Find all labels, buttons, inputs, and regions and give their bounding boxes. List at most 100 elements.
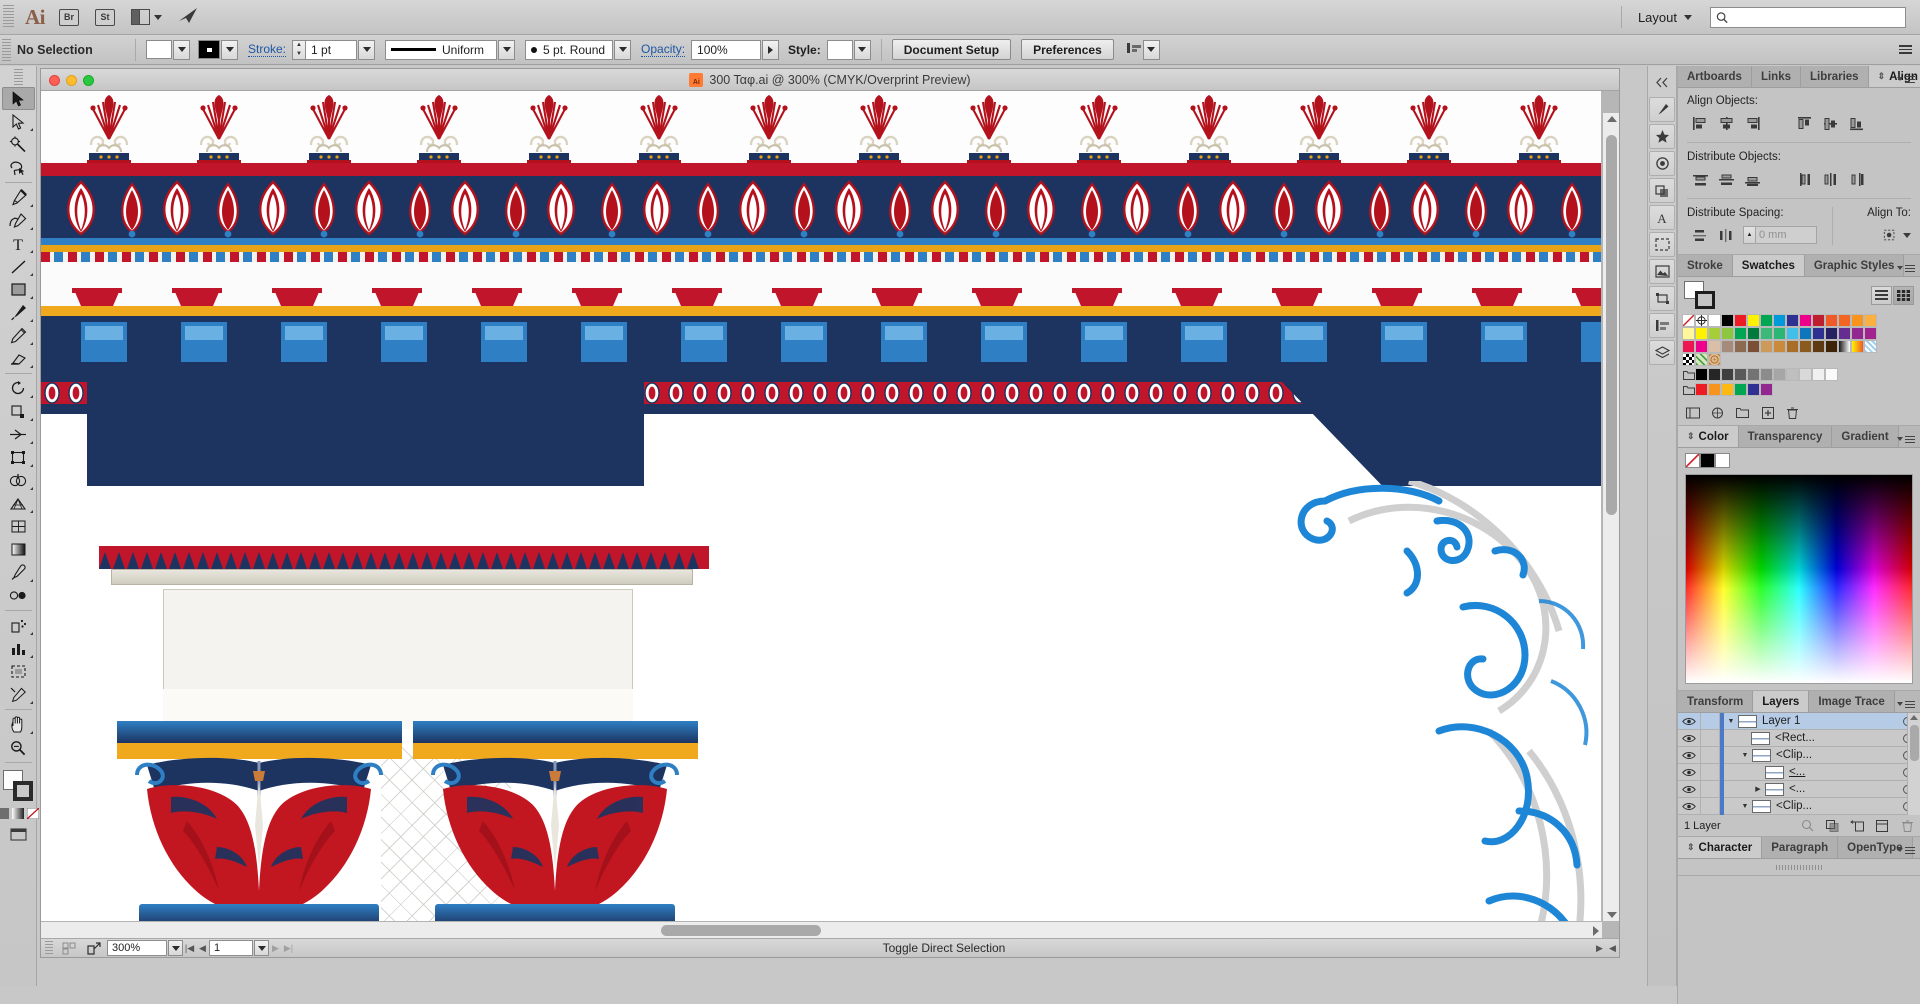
swatch-grid-view-button[interactable] xyxy=(1893,285,1914,305)
canvas-vscroll-thumb[interactable] xyxy=(1606,135,1617,515)
swatch-espresso[interactable] xyxy=(1825,340,1838,353)
stroke-profile-dropdown[interactable] xyxy=(498,39,516,60)
swatch-libraries-icon[interactable] xyxy=(1685,405,1700,420)
tab-artboards[interactable]: Artboards xyxy=(1678,66,1752,87)
vertical-distribute-spacing-button[interactable] xyxy=(1687,225,1713,245)
swatches-panel-menu-icon[interactable] xyxy=(1897,264,1915,272)
create-new-sublayer-icon[interactable] xyxy=(1850,819,1864,833)
distribute-right-button[interactable] xyxy=(1843,169,1869,189)
tab-image-trace[interactable]: Image Trace xyxy=(1809,691,1895,712)
swatches-stroke[interactable] xyxy=(1695,291,1715,309)
last-artboard-button[interactable]: ▶| xyxy=(282,941,295,955)
color-mode-buttons[interactable] xyxy=(0,808,39,819)
tab-transform[interactable]: Transform xyxy=(1678,691,1754,712)
zoom-level-field[interactable]: 300% xyxy=(107,940,167,956)
swatch-doc-blue[interactable] xyxy=(1747,383,1760,396)
pen-tool[interactable] xyxy=(2,186,35,209)
column-graph-tool[interactable] xyxy=(2,637,35,660)
first-artboard-button[interactable]: |◀ xyxy=(183,941,196,955)
swatch-mocha[interactable] xyxy=(1734,340,1747,353)
transform-panel-icon[interactable] xyxy=(1649,286,1675,311)
align-left-button[interactable] xyxy=(1687,113,1713,133)
line-segment-tool[interactable] xyxy=(2,255,35,278)
layers-list[interactable]: ▼ Layer 1 <Rect... ▼ <Clip... <... ▶ <..… xyxy=(1678,712,1920,815)
swatch-lightorange[interactable] xyxy=(1864,314,1877,327)
swatch-gradient-warm[interactable] xyxy=(1851,340,1864,353)
swatch-pattern-checker[interactable] xyxy=(1682,353,1695,366)
dock-expand-icon[interactable] xyxy=(1649,70,1675,95)
scale-tool[interactable] xyxy=(2,400,35,423)
selection-tool[interactable] xyxy=(1,87,35,110)
sublayer-name[interactable]: <... xyxy=(1789,766,1894,778)
lock-toggle-cell[interactable] xyxy=(1700,729,1720,747)
sublayer-name[interactable]: <... xyxy=(1789,783,1894,795)
layer-row-clip-1[interactable]: ▼ <Clip... xyxy=(1678,746,1920,764)
character-panel-resize-grip[interactable] xyxy=(1678,859,1920,875)
swatch-umber[interactable] xyxy=(1799,340,1812,353)
swatch-orange[interactable] xyxy=(1838,314,1851,327)
canvas-horizontal-scrollbar[interactable] xyxy=(41,921,1602,938)
stroke-weight-dropdown[interactable] xyxy=(358,39,376,60)
layer-row-child-1[interactable]: <... xyxy=(1678,763,1920,781)
align-panel-icon[interactable] xyxy=(1126,41,1142,58)
search-adobe-stock-field[interactable] xyxy=(1710,6,1906,28)
canvas-hscroll-thumb[interactable] xyxy=(661,925,821,936)
brush-definition-field[interactable]: 5 pt. Round xyxy=(525,39,614,60)
swatch-yellow[interactable] xyxy=(1747,314,1760,327)
rectangle-tool[interactable] xyxy=(2,278,35,301)
stroke-label[interactable]: Stroke: xyxy=(248,42,287,57)
swatch-gray-0[interactable] xyxy=(1695,368,1708,381)
hand-tool[interactable] xyxy=(2,713,35,736)
bridge-icon[interactable]: Br xyxy=(59,8,79,26)
swatch-ultramarine[interactable] xyxy=(1812,327,1825,340)
swatch-orangered[interactable] xyxy=(1825,314,1838,327)
swatch-doc-orange[interactable] xyxy=(1708,383,1721,396)
tab-graphic-styles[interactable]: Graphic Styles xyxy=(1804,255,1905,276)
swatches-fill-stroke-indicator[interactable] xyxy=(1684,281,1718,309)
swatch-blue[interactable] xyxy=(1786,314,1799,327)
tab-color[interactable]: ⇕ Color xyxy=(1678,426,1739,447)
visibility-eye-icon[interactable] xyxy=(1678,751,1700,760)
swatch-doc-yellow[interactable] xyxy=(1721,383,1734,396)
distribute-bottom-button[interactable] xyxy=(1739,169,1765,189)
opacity-dropdown[interactable] xyxy=(762,39,780,60)
swatch-doc-red[interactable] xyxy=(1695,383,1708,396)
tab-stroke[interactable]: Stroke xyxy=(1678,255,1733,276)
zoom-tool[interactable] xyxy=(2,736,35,759)
color-panel-menu-icon[interactable] xyxy=(1897,435,1915,443)
swatch-magenta[interactable] xyxy=(1799,314,1812,327)
delete-layer-icon[interactable] xyxy=(1900,819,1914,833)
swatch-gray-50[interactable] xyxy=(1760,368,1773,381)
stroke-weight-field[interactable]: 1 pt xyxy=(305,39,358,60)
distribute-left-button[interactable] xyxy=(1791,169,1817,189)
swatches-grid[interactable] xyxy=(1678,314,1920,400)
align-center-horizontal-button[interactable] xyxy=(1713,113,1739,133)
swatch-gray-30[interactable] xyxy=(1734,368,1747,381)
swatch-gray-60[interactable] xyxy=(1773,368,1786,381)
artboards-panel-icon[interactable] xyxy=(1649,232,1675,257)
layer-name[interactable]: Layer 1 xyxy=(1762,715,1894,727)
visibility-eye-icon[interactable] xyxy=(1678,785,1700,794)
swatch-lemon[interactable] xyxy=(1695,327,1708,340)
swatch-red[interactable] xyxy=(1734,314,1747,327)
swatch-darkred[interactable] xyxy=(1812,314,1825,327)
tab-layers[interactable]: Layers xyxy=(1753,691,1810,712)
graphic-style-dropdown[interactable] xyxy=(853,39,871,60)
canvas-vertical-scrollbar[interactable] xyxy=(1602,113,1619,921)
artboard-tool[interactable] xyxy=(2,660,35,683)
swatch-pattern-cork[interactable] xyxy=(1708,353,1721,366)
swatch-plum[interactable] xyxy=(1864,327,1877,340)
window-controls[interactable] xyxy=(49,69,94,91)
swatch-lime[interactable] xyxy=(1708,327,1721,340)
swatch-taupe[interactable] xyxy=(1721,340,1734,353)
brush-definition-dropdown[interactable] xyxy=(614,39,632,60)
swatch-gradient-bw[interactable] xyxy=(1838,340,1851,353)
distribute-top-button[interactable] xyxy=(1687,169,1713,189)
sublayer-disclosure-arrow[interactable]: ▼ xyxy=(1738,803,1752,810)
layer-row-clip-2[interactable]: ▼ <Clip... xyxy=(1678,797,1920,815)
swatch-teal[interactable] xyxy=(1773,327,1786,340)
preferences-button[interactable]: Preferences xyxy=(1021,39,1114,60)
visibility-eye-icon[interactable] xyxy=(1678,717,1700,726)
stock-icon[interactable]: St xyxy=(95,8,115,26)
links-panel-icon[interactable] xyxy=(1649,259,1675,284)
